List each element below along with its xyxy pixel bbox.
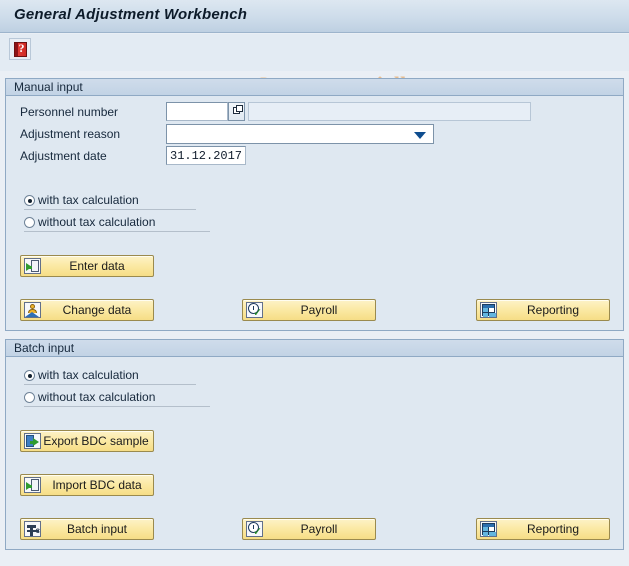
- import-bdc-data-button[interactable]: Import BDC data: [20, 474, 154, 496]
- reporting-button-batch-label: Reporting: [526, 522, 580, 536]
- table-grid-icon: [480, 302, 497, 318]
- adjustment-date-label: Adjustment date: [20, 149, 107, 163]
- batch-input-title: Batch input: [14, 341, 75, 355]
- payroll-button-manual-label: Payroll: [300, 303, 338, 317]
- export-document-icon: [24, 433, 41, 449]
- change-data-button-label: Change data: [62, 303, 132, 317]
- personnel-number-label: Personnel number: [20, 105, 119, 119]
- chevron-down-icon: [414, 132, 426, 139]
- manual-radio-without-tax[interactable]: without tax calculation: [24, 214, 210, 232]
- payroll-button-manual[interactable]: ✓ Payroll: [242, 299, 376, 321]
- person-mountain-icon: [24, 302, 41, 318]
- reporting-button-batch[interactable]: Reporting: [476, 518, 610, 540]
- manual-input-panel: Manual input Personnel number Adjustment…: [5, 78, 624, 331]
- window-title-bar: General Adjustment Workbench: [0, 0, 629, 33]
- batch-input-panel: Batch input with tax calculation without…: [5, 339, 624, 550]
- manual-radio-with-tax-label: with tax calculation: [38, 193, 139, 207]
- adjustment-reason-label: Adjustment reason: [20, 127, 121, 141]
- batch-radio-without-tax[interactable]: without tax calculation: [24, 389, 210, 407]
- import-document-icon: [24, 258, 41, 274]
- export-bdc-sample-button-label: Export BDC sample: [43, 434, 149, 448]
- personnel-number-f4-help-button[interactable]: [228, 102, 245, 121]
- manual-radio-with-tax[interactable]: with tax calculation: [24, 192, 196, 210]
- clock-check-icon: ✓: [246, 302, 263, 318]
- manual-input-header: Manual input: [6, 79, 623, 96]
- table-grid-icon: [480, 521, 497, 537]
- adjustment-reason-select[interactable]: [166, 124, 434, 144]
- help-button[interactable]: [9, 38, 31, 60]
- help-book-icon: [13, 41, 27, 57]
- field-underline: [24, 384, 196, 385]
- payroll-button-batch-label: Payroll: [300, 522, 338, 536]
- field-underline: [24, 406, 210, 407]
- radio-indicator: [24, 392, 35, 403]
- import-document-icon: [24, 477, 41, 493]
- clock-check-icon: ✓: [246, 521, 263, 537]
- enter-data-button-label: Enter data: [69, 259, 125, 273]
- personnel-number-input[interactable]: [166, 102, 228, 121]
- export-bdc-sample-button[interactable]: Export BDC sample: [20, 430, 154, 452]
- radio-indicator: [24, 370, 35, 381]
- manual-input-title: Manual input: [14, 80, 83, 94]
- adjustment-date-input[interactable]: [166, 146, 246, 165]
- value-help-icon: [233, 105, 243, 114]
- field-underline: [24, 231, 210, 232]
- radio-indicator: [24, 195, 35, 206]
- personnel-number-description-field: [248, 102, 531, 121]
- batch-radio-with-tax[interactable]: with tax calculation: [24, 367, 196, 385]
- batch-radio-with-tax-label: with tax calculation: [38, 368, 139, 382]
- enter-data-button[interactable]: Enter data: [20, 255, 154, 277]
- batch-input-button[interactable]: c Batch input: [20, 518, 154, 540]
- radio-indicator: [24, 217, 35, 228]
- application-toolbar: © www.tutorialkart.com: [0, 34, 629, 97]
- change-data-button[interactable]: Change data: [20, 299, 154, 321]
- payroll-button-batch[interactable]: ✓ Payroll: [242, 518, 376, 540]
- batch-input-header: Batch input: [6, 340, 623, 357]
- reporting-button-manual[interactable]: Reporting: [476, 299, 610, 321]
- batch-input-button-label: Batch input: [66, 522, 128, 536]
- batch-pipe-icon: c: [24, 521, 41, 537]
- field-underline: [24, 209, 196, 210]
- manual-radio-without-tax-label: without tax calculation: [38, 215, 156, 229]
- reporting-button-manual-label: Reporting: [526, 303, 580, 317]
- page-title: General Adjustment Workbench: [14, 6, 248, 23]
- batch-radio-without-tax-label: without tax calculation: [38, 390, 156, 404]
- import-bdc-data-button-label: Import BDC data: [52, 478, 142, 492]
